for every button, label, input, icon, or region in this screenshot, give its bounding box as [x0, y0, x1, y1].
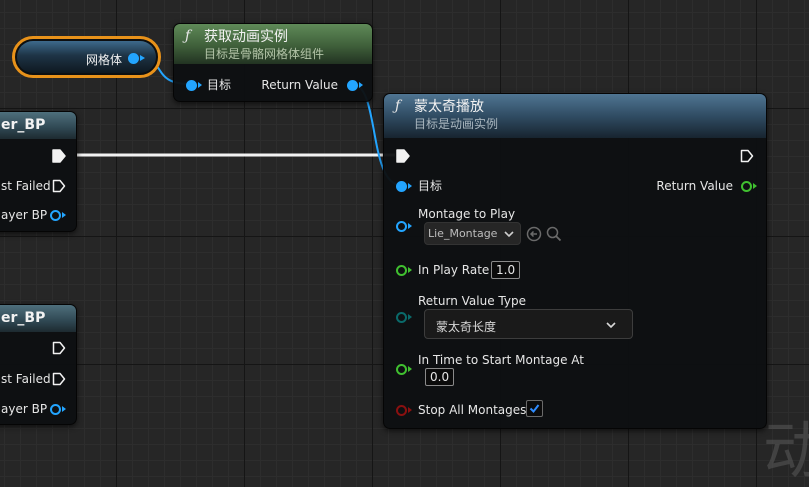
return-type-label: Return Value Type: [418, 294, 526, 308]
chevron-down-icon: [504, 231, 514, 238]
montage-return-pin[interactable]: [741, 181, 752, 192]
get-anim-target-pin[interactable]: [186, 80, 197, 91]
left-node-1-exec-out-icon[interactable]: [52, 149, 66, 163]
mesh-output-arrow-icon: [140, 55, 145, 61]
start-time-arrow-icon: [408, 366, 412, 372]
montage-to-play-pin[interactable]: [396, 221, 407, 232]
get-anim-return-arrow-icon: [359, 82, 363, 88]
montage-return-label: Return Value: [656, 179, 733, 193]
function-icon: ƒ: [395, 98, 401, 114]
left-node-2-player-label: ayer BP: [1, 402, 48, 416]
left-node-1-player-arrow-icon: [62, 212, 66, 218]
montage-asset-dropdown[interactable]: Lie_Montage: [424, 222, 521, 245]
montage-asset-value: Lie_Montage: [428, 227, 498, 240]
get-anim-target-label: 目标: [207, 78, 232, 92]
montage-to-play-arrow-icon: [408, 223, 412, 229]
montage-target-arrow-icon: [408, 183, 412, 189]
play-rate-input[interactable]: 1.0: [491, 261, 521, 279]
chevron-down-icon: [606, 322, 616, 329]
watermark-glyph: 动: [763, 414, 809, 487]
play-rate-pin[interactable]: [396, 265, 407, 276]
left-node-2-player-arrow-icon: [62, 406, 66, 412]
montage-target-label: 目标: [418, 179, 443, 193]
play-rate-label: In Play Rate: [418, 263, 490, 277]
left-node-1-failed-exec-icon[interactable]: [52, 179, 66, 193]
stop-all-arrow-icon: [408, 407, 412, 413]
stop-all-pin[interactable]: [396, 405, 407, 416]
return-type-pin[interactable]: [396, 312, 407, 323]
play-rate-arrow-icon: [408, 267, 412, 273]
left-node-1[interactable]: er_BP st Failed ayer BP: [0, 111, 77, 232]
montage-target-pin[interactable]: [396, 181, 407, 192]
return-type-arrow-icon: [408, 314, 412, 320]
montage-play-subtitle: 目标是动画实例: [414, 117, 499, 131]
left-node-2-title: er_BP: [1, 310, 46, 326]
montage-play-title: 蒙太奇播放: [414, 99, 484, 115]
mesh-variable-body: 网格体: [17, 41, 156, 73]
left-node-2-header[interactable]: er_BP: [0, 305, 76, 332]
get-anim-instance-header[interactable]: ƒ 获取动画实例 目标是骨骼网格体组件: [174, 24, 372, 64]
left-node-1-failed-label: st Failed: [1, 179, 51, 193]
browse-asset-search-icon[interactable]: [546, 226, 562, 242]
left-node-2-player-pin[interactable]: [50, 404, 61, 415]
left-node-2-failed-label: st Failed: [1, 372, 51, 386]
get-anim-instance-node[interactable]: ƒ 获取动画实例 目标是骨骼网格体组件 目标 Return Value: [173, 23, 373, 102]
left-node-1-player-label: ayer BP: [1, 208, 48, 222]
return-type-value: 蒙太奇长度: [436, 320, 497, 334]
left-node-1-player-pin[interactable]: [50, 210, 61, 221]
montage-to-play-label: Montage to Play: [418, 207, 516, 221]
left-node-2[interactable]: er_BP st Failed ayer BP: [0, 304, 77, 425]
checkmark-icon: [529, 404, 540, 414]
start-time-input[interactable]: 0.0: [425, 368, 455, 386]
montage-play-header[interactable]: ƒ 蒙太奇播放 目标是动画实例: [384, 94, 766, 138]
get-anim-target-arrow-icon: [198, 82, 202, 88]
start-time-pin[interactable]: [396, 364, 407, 375]
function-icon: ƒ: [185, 28, 191, 44]
use-selected-asset-icon[interactable]: [526, 226, 542, 242]
get-anim-instance-subtitle: 目标是骨骼网格体组件: [204, 47, 325, 61]
return-type-dropdown[interactable]: 蒙太奇长度: [424, 309, 633, 339]
stop-all-label: Stop All Montages: [418, 403, 527, 417]
get-anim-return-label: Return Value: [261, 78, 338, 92]
get-anim-return-pin[interactable]: [347, 80, 358, 91]
mesh-variable-label: 网格体: [85, 53, 122, 67]
start-time-label: In Time to Start Montage At: [418, 353, 585, 367]
exec-in-icon[interactable]: [396, 149, 410, 163]
get-anim-instance-title: 获取动画实例: [204, 29, 288, 45]
exec-out-icon[interactable]: [740, 149, 754, 163]
left-node-1-header[interactable]: er_BP: [0, 112, 76, 139]
left-node-1-title: er_BP: [1, 117, 46, 133]
montage-play-node[interactable]: ƒ 蒙太奇播放 目标是动画实例 目标 Return Value Montage …: [383, 93, 767, 429]
mesh-output-pin[interactable]: [128, 53, 139, 64]
montage-return-arrow-icon: [753, 183, 757, 189]
left-node-2-failed-exec-icon[interactable]: [52, 372, 66, 386]
left-node-2-exec-out-icon[interactable]: [52, 341, 66, 355]
stop-all-checkbox[interactable]: [526, 400, 543, 417]
mesh-variable-node[interactable]: 网格体: [12, 36, 161, 78]
